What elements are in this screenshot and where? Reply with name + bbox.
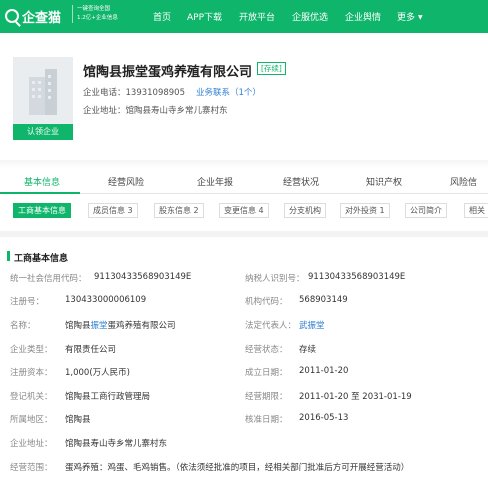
reg-no-label: 注册号： xyxy=(10,297,45,307)
business-contact-link[interactable]: 业务联系（1个） xyxy=(196,86,261,98)
subtab-business-info[interactable]: 工商基本信息 xyxy=(13,203,71,218)
company-name-label: 名称： xyxy=(10,321,36,331)
phone-label: 企业电话： xyxy=(83,88,126,98)
active-tab-indicator xyxy=(0,192,80,194)
founded-date-value: 2011-01-20 xyxy=(299,366,349,376)
region-value: 馆陶县 xyxy=(65,415,91,425)
logo-slogan-line1: 一键查询全国 xyxy=(77,6,111,12)
reg-no-value: 130433000006109 xyxy=(65,295,147,305)
subtab-investments[interactable]: 对外投资 1 xyxy=(340,203,390,218)
top-nav-bar: 企查猫 一键查询全国 1.2亿+企业信息 首页 APP下载 开放平台 企服优选 … xyxy=(0,0,488,33)
search-logo-icon xyxy=(5,9,19,23)
site-logo[interactable]: 企查猫 xyxy=(5,4,75,28)
name-highlight-link[interactable]: 振堂 xyxy=(91,321,108,331)
claim-company-button[interactable]: 认领企业 xyxy=(13,124,73,140)
nav-more[interactable]: 更多 ▼ xyxy=(397,10,423,23)
company-name: 馆陶县振堂蛋鸡养殖有限公司 xyxy=(83,65,253,80)
tab-basic-info[interactable]: 基本信息 xyxy=(24,175,60,188)
credit-code-value: 91130433568903149E xyxy=(94,272,192,282)
chevron-down-icon: ▼ xyxy=(418,14,423,21)
enterprise-address-value: 馆陶县寿山寺乡常儿寨村东 xyxy=(65,439,168,449)
name-prefix: 馆陶县 xyxy=(65,321,91,331)
subtab-members[interactable]: 成员信息 3 xyxy=(88,203,138,218)
tab-intellectual-property[interactable]: 知识产权 xyxy=(366,175,402,188)
company-logo-placeholder xyxy=(13,57,73,124)
region-label: 所属地区： xyxy=(10,415,53,425)
legal-rep-link[interactable]: 武振堂 xyxy=(299,319,325,331)
name-suffix: 蛋鸡养殖有限公司 xyxy=(107,321,176,331)
nav-more-label: 更多 xyxy=(397,13,416,23)
subtab-shareholders[interactable]: 股东信息 2 xyxy=(154,203,204,218)
reg-authority-value: 馆陶县工商行政管理局 xyxy=(65,392,151,402)
operating-term-label: 经营期限： xyxy=(245,392,288,402)
org-code-label: 机构代码： xyxy=(245,297,288,307)
org-code-value: 568903149 xyxy=(299,295,348,305)
operating-term-value: 2011-01-20 至 2031-01-19 xyxy=(299,392,412,402)
taxpayer-id-label: 纳税人识别号： xyxy=(245,274,305,284)
operating-status-value: 存续 xyxy=(299,345,317,355)
nav-app-download[interactable]: APP下载 xyxy=(187,10,222,23)
main-tabs: 基本信息 经营风险 企业年报 经营状况 知识产权 风险信 xyxy=(0,168,488,194)
reg-capital-value: 1,000(万人民币) xyxy=(65,368,130,378)
nav-home[interactable]: 首页 xyxy=(153,10,171,23)
address-label: 企业地址： xyxy=(83,106,126,116)
logo-text: 企查猫 xyxy=(22,10,62,26)
nav-public-opinion[interactable]: 企业舆情 xyxy=(345,10,381,23)
building-icon xyxy=(29,69,57,115)
section-title: 工商基本信息 xyxy=(14,254,69,264)
phone-value: 13931098905 xyxy=(125,88,186,98)
nav-enterprise-services[interactable]: 企服优选 xyxy=(292,10,328,23)
tab-operating-status[interactable]: 经营状况 xyxy=(283,175,319,188)
address-value: 馆陶县寿山寺乡常儿寨村东 xyxy=(125,106,228,116)
company-type-label: 企业类型： xyxy=(10,345,53,355)
subtab-changes[interactable]: 变更信息 4 xyxy=(219,203,269,218)
section-accent-bar xyxy=(7,251,10,261)
business-scope-label: 经营范围： xyxy=(10,463,53,473)
logo-slogan-line2: 1.2亿+企业信息 xyxy=(77,15,118,21)
tabs-shadow xyxy=(0,160,488,168)
subtab-profile[interactable]: 公司简介 xyxy=(405,203,447,218)
company-address: 企业地址：馆陶县寿山寺乡常儿寨村东 xyxy=(83,104,228,116)
taxpayer-id-value: 91130433568903149E xyxy=(308,272,406,282)
approved-date-value: 2016-05-13 xyxy=(299,413,349,423)
company-phone: 企业电话：13931098905 xyxy=(83,86,185,98)
status-badge: [存续] xyxy=(257,62,286,75)
reg-capital-label: 注册资本： xyxy=(10,368,53,378)
approved-date-label: 核准日期： xyxy=(245,415,288,425)
founded-date-label: 成立日期： xyxy=(245,368,288,378)
credit-code-label: 统一社会信用代码： xyxy=(10,274,87,284)
company-type-value: 有限责任公司 xyxy=(65,345,117,355)
tab-operating-risk[interactable]: 经营风险 xyxy=(108,175,144,188)
nav-open-platform[interactable]: 开放平台 xyxy=(239,10,275,23)
logo-slogan: 一键查询全国 1.2亿+企业信息 xyxy=(72,5,138,23)
legal-rep-label: 法定代表人： xyxy=(245,321,297,331)
subtab-branches[interactable]: 分支机构 xyxy=(284,203,326,218)
business-scope-value: 蛋鸡养殖：鸡蛋、毛鸡销售。（依法须经批准的项目，经相关部门批准后方可开展经营活动… xyxy=(65,463,410,473)
reg-authority-label: 登记机关： xyxy=(10,392,53,402)
company-name-value: 馆陶县振堂蛋鸡养殖有限公司 xyxy=(65,319,176,331)
tab-annual-report[interactable]: 企业年报 xyxy=(197,175,233,188)
subtab-related[interactable]: 相关 xyxy=(464,203,488,218)
tab-risk-info[interactable]: 风险信 xyxy=(450,175,477,188)
section-divider xyxy=(0,231,488,237)
operating-status-label: 经营状态： xyxy=(245,345,288,355)
enterprise-address-label: 企业地址： xyxy=(10,439,53,449)
